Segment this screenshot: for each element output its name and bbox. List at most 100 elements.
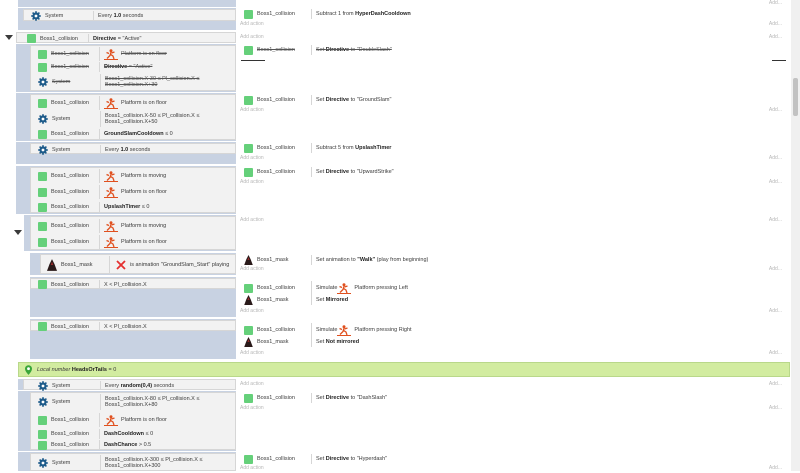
condition-row[interactable]: Boss1_collision Platform is on floor [31,96,235,110]
action-row[interactable]: Boss1_collision Subtract 5 from UpslashT… [240,143,790,153]
condition-row[interactable]: System Boss1_collision.X-30 ≤ Pl_collisi… [31,74,235,90]
add-action-link[interactable]: Add action Add... [240,465,788,473]
condition-row[interactable]: Boss1_collision DashChance > 0.5 [31,440,235,450]
event-conditions[interactable]: Boss1_collision Platform is moving Boss1… [30,216,236,250]
event-conditions[interactable]: System Boss1_collision.X-80 ≤ Pl_collisi… [30,392,236,450]
platform-behavior-icon [104,170,118,182]
add-action-link[interactable]: Add action Add... [240,217,788,225]
add-action-link[interactable]: Add action Add... [240,34,788,42]
system-gear-icon [31,11,41,21]
action-row[interactable]: Boss1_collision Set Directive to "Double… [240,45,790,55]
action-row[interactable]: Boss1_mask Set animation to "Walk" (play… [240,255,790,265]
local-variable-text: Local number HeadsOrTails = 0 [37,366,117,373]
action-row[interactable]: Boss1_collision Simulate Platform pressi… [240,323,790,337]
condition-row[interactable]: Boss1_collision Directive = "Active" [17,34,235,43]
separator [99,440,100,450]
add-action-link[interactable]: Add action Add... [240,381,788,389]
condition-row[interactable]: System Every 1.0 seconds [24,11,235,21]
condition-row[interactable]: Boss1_mask is animation "GroundSlam_Star… [41,256,235,274]
add-action-link[interactable]: Add action Add... [240,21,788,29]
action-text: Platform pressing Left [354,285,408,291]
condition-row[interactable]: Boss1_collision Platform is moving [31,169,235,183]
event-conditions[interactable]: Boss1_collision Platform is moving Boss1… [30,167,236,213]
action-row[interactable]: Boss1_collision Set Directive to "DashSl… [240,393,790,403]
add-action-link[interactable]: Add action Add... [240,266,788,274]
condition-object: Boss1_collision [40,35,78,42]
event-conditions[interactable]: Boss1_collision Platform is on floor Bos… [30,45,236,91]
add-action-link[interactable]: Add action Add... [240,308,788,316]
separator [100,111,101,127]
condition-row[interactable]: Boss1_collision Platform is moving [31,219,235,233]
action-text: Set Directive to "Hyperdash" [316,456,388,462]
event-conditions[interactable]: Boss1_collision X < Pl_collision.X [30,278,236,289]
object-icon [38,49,47,59]
event-conditions[interactable]: Boss1_collision Platform is on floor Sys… [30,94,236,140]
condition-object: System [52,460,71,466]
action-row[interactable]: Boss1_mask Set Not mirrored [240,337,790,347]
object-icon [38,237,47,247]
event-conditions[interactable]: System Every 1.0 seconds [30,143,236,155]
scrollbar-thumb[interactable] [793,78,798,116]
event-conditions[interactable]: Boss1_mask is animation "GroundSlam_Star… [40,254,236,274]
action-object: Boss1_collision [257,169,295,175]
condition-row[interactable]: System Boss1_collision.X-80 ≤ Pl_collisi… [31,394,235,410]
condition-text: Platform is on floor [121,417,167,423]
invert-x-icon [116,260,126,270]
add-action-link[interactable]: Add action Add... [240,155,788,163]
condition-row[interactable]: Boss1_collision X < Pl_collision.X [31,280,235,289]
action-row[interactable]: Boss1_collision Set Directive to "Upward… [240,167,790,177]
vertical-scrollbar[interactable] [791,0,800,471]
collapse-arrow-icon[interactable] [5,35,13,40]
add-action-link[interactable]: Add... [240,0,788,8]
action-text: Set Not mirrored [316,339,360,345]
local-variable-row[interactable]: Local number HeadsOrTails = 0 [18,362,790,377]
condition-row[interactable]: System Every 1.0 seconds [31,144,235,155]
condition-row[interactable]: System Every random(0,4) seconds [24,380,235,391]
condition-row[interactable]: Boss1_collision Directive = "Active" [31,62,235,72]
condition-row[interactable]: Boss1_collision X < Pl_collision.X [31,322,235,331]
separator [99,62,100,72]
condition-row[interactable]: Boss1_collision Platform is on floor [31,235,235,249]
condition-object: Boss1_collision [51,51,89,57]
separator [99,322,100,331]
action-row[interactable]: Boss1_collision Set Directive to "Ground… [240,95,790,105]
event-conditions[interactable]: Boss1_collision Directive = "Active" [16,32,236,43]
condition-row[interactable]: Boss1_collision Platform is on floor [31,185,235,199]
add-action-link[interactable]: Add action Add... [240,107,788,115]
platform-behavior-icon [104,414,118,426]
add-action-link[interactable]: Add action Add... [240,350,788,358]
event-conditions[interactable]: System Boss1_collision.X-300 ≤ Pl_collis… [30,453,236,471]
condition-text: Platform is on floor [121,189,167,195]
action-text: Set Directive to "DoubleSlash" [316,47,392,53]
action-row[interactable]: Boss1_mask Set Mirrored [240,295,790,305]
condition-row[interactable]: System Boss1_collision.X-50 ≤ Pl_collisi… [31,111,235,127]
event-conditions[interactable]: System Every 1.0 seconds [23,9,236,21]
condition-row[interactable]: Boss1_collision DashCooldown ≤ 0 [31,429,235,439]
disabled-rule [241,60,265,61]
platform-behavior-icon [104,236,118,248]
action-row[interactable]: Boss1_collision Set Directive to "Hyperd… [240,454,790,464]
collapse-arrow-icon[interactable] [14,230,22,235]
action-row[interactable]: Boss1_collision Simulate Platform pressi… [240,281,790,295]
event-conditions[interactable]: System Every random(0,4) seconds [23,379,236,391]
object-icon [244,393,253,403]
action-text: Set Directive to "UpwardStrike" [316,169,394,175]
condition-text: Boss1_collision.X-300 ≤ Pl_collision.X ≤… [105,456,203,470]
condition-row[interactable]: Boss1_collision Platform is on floor [31,413,235,427]
object-icon [38,129,47,139]
object-icon [38,280,47,289]
condition-object: System [52,116,71,122]
event-conditions[interactable]: Boss1_collision X < Pl_collision.X [30,320,236,331]
condition-row[interactable]: System Boss1_collision.X-300 ≤ Pl_collis… [31,455,235,471]
add-action-link[interactable]: Add action Add... [240,405,788,413]
separator [99,413,100,427]
condition-text: DashChance > 0.5 [104,442,152,448]
condition-row[interactable]: Boss1_collision GroundSlamCooldown ≤ 0 [31,129,235,139]
object-icon [38,187,47,197]
condition-row[interactable]: Boss1_collision UpslashTimer ≤ 0 [31,202,235,212]
separator [100,74,101,90]
condition-row[interactable]: Boss1_collision Platform is on floor [31,47,235,61]
add-action-link[interactable]: Add action Add... [240,179,788,187]
system-gear-icon [38,397,48,407]
action-row[interactable]: Boss1_collision Subtract 1 from HyperDas… [240,9,790,19]
